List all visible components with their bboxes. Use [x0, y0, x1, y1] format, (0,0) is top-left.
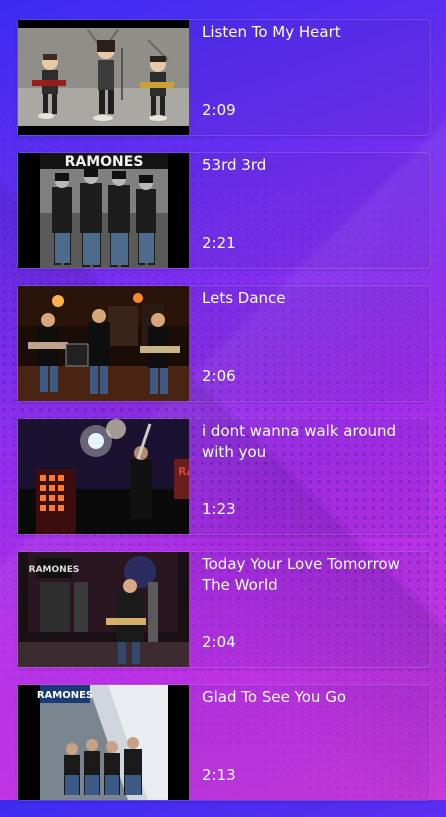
video-title: Today Your Love Tomorrow The World [202, 555, 400, 594]
video-title: Glad To See You Go [202, 688, 347, 706]
video-card[interactable]: RAMONES [17, 152, 431, 269]
video-card[interactable]: RAMONES [17, 684, 431, 801]
video-title: Listen To My Heart [202, 23, 341, 41]
video-thumbnail[interactable]: RAMONES [18, 153, 189, 268]
svg-text:RAMONES: RAMONES [37, 690, 93, 701]
live-concert-image [18, 286, 189, 401]
video-thumbnail[interactable] [18, 20, 189, 135]
video-card[interactable]: RA i dont wanna walk around with you 1:2… [17, 418, 431, 535]
video-duration: 2:13 [202, 766, 236, 784]
video-title: 53rd 3rd [202, 156, 267, 174]
video-card[interactable]: RAMONES Today Your Love Tomorrow The Wor… [17, 551, 431, 668]
video-duration: 1:23 [202, 500, 236, 518]
video-duration: 2:06 [202, 367, 236, 385]
video-duration: 2:04 [202, 633, 236, 651]
video-duration: 2:09 [202, 101, 236, 119]
stage-lights-image: RA [18, 419, 189, 534]
svg-text:RA: RA [178, 465, 189, 478]
video-thumbnail[interactable] [18, 286, 189, 401]
cartoon-band-image [18, 20, 189, 135]
video-title: i dont wanna walk around with you [202, 422, 397, 461]
video-card[interactable]: Lets Dance 2:06 [17, 285, 431, 402]
video-card[interactable]: Listen To My Heart 2:09 [17, 19, 431, 136]
video-duration: 2:21 [202, 234, 236, 252]
band-photo-image: RAMONES [18, 153, 189, 268]
video-title: Lets Dance [202, 289, 286, 307]
album-cover-image: RAMONES [18, 685, 189, 800]
video-thumbnail[interactable]: RA [18, 419, 189, 534]
svg-text:RAMONES: RAMONES [29, 565, 80, 575]
video-thumbnail[interactable]: RAMONES [18, 685, 189, 800]
logo-text: RAMONES [65, 154, 144, 170]
video-thumbnail[interactable]: RAMONES [18, 552, 189, 667]
tv-performance-image: RAMONES [18, 552, 189, 667]
video-list: Listen To My Heart 2:09 RAMONES 53rd 3rd… [17, 19, 431, 817]
